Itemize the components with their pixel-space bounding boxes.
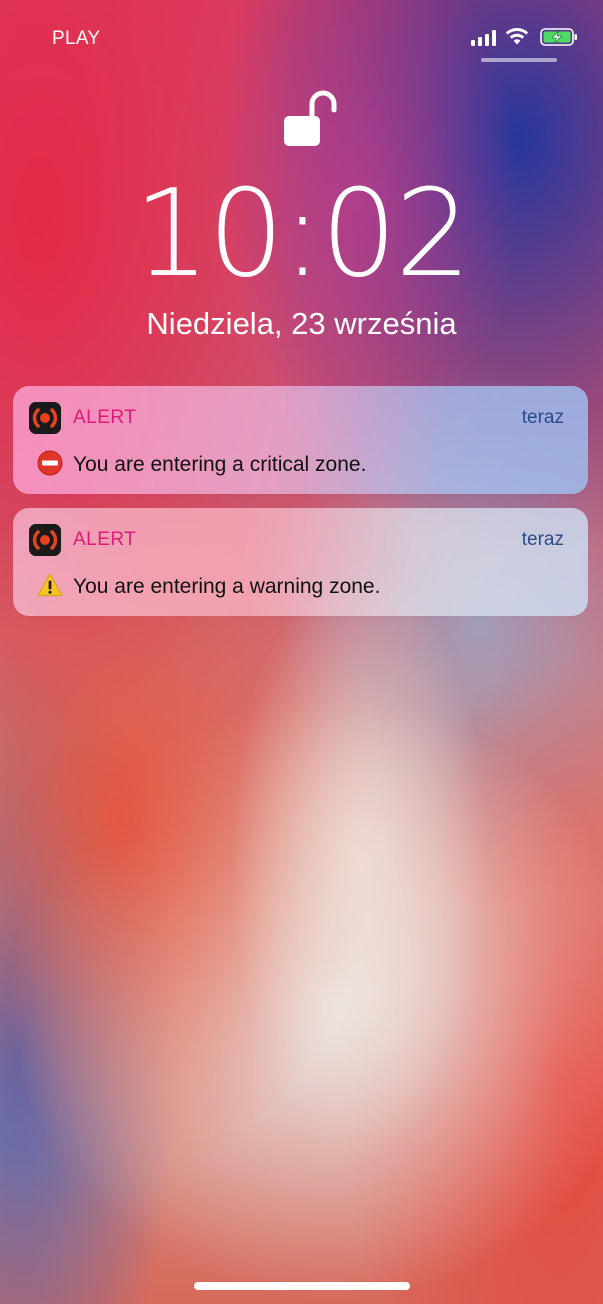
lock-screen-date: Niedziela, 23 września — [146, 306, 457, 341]
notification-card[interactable]: ALERT teraz You are entering a critical … — [13, 386, 588, 494]
notification-app-name: ALERT — [73, 407, 137, 428]
wifi-icon — [505, 28, 529, 45]
notification-timestamp: teraz — [521, 407, 564, 428]
wallpaper-blob — [230, 560, 490, 1160]
notification-message-row: You are entering a warning zone. — [37, 572, 380, 599]
lock-screen-time: 10:02 — [133, 165, 472, 304]
cellular-signal-icon — [471, 30, 497, 46]
notification-timestamp: teraz — [521, 529, 564, 550]
notification-message: You are entering a warning zone. — [73, 575, 381, 598]
notification-message: You are entering a critical zone. — [73, 453, 367, 476]
battery-charging-icon — [540, 28, 577, 46]
warning-emoji-icon — [37, 573, 63, 596]
notification-card[interactable]: ALERT teraz You are entering a warning z… — [13, 508, 588, 616]
notification-message-row: You are entering a critical zone. — [37, 450, 366, 477]
unlocked-padlock-icon — [284, 90, 337, 146]
no-entry-emoji-icon — [37, 450, 63, 476]
carrier-name: PLAY — [52, 28, 101, 49]
alert-app-icon — [29, 524, 61, 556]
alert-app-icon — [29, 402, 61, 434]
control-center-grabber[interactable] — [481, 58, 557, 62]
notification-app-name: ALERT — [73, 529, 137, 550]
status-bar: PLAY — [0, 0, 603, 70]
home-indicator[interactable] — [194, 1282, 410, 1290]
